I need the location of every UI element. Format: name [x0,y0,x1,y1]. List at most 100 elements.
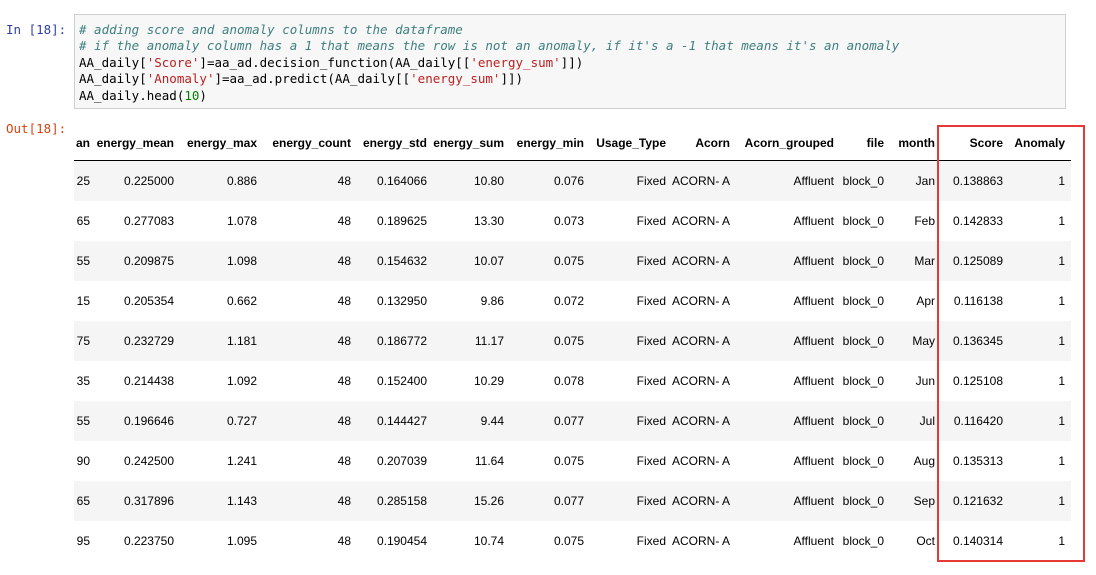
column-header: Anomaly [1009,126,1072,161]
table-cell: 1.092 [226,374,257,388]
table-cell: block_0 [842,254,885,268]
table-cell: 0.196646 [123,414,174,428]
column-header: an [74,126,96,161]
code-token: ]]) [560,54,584,70]
table-cell: 0.225000 [123,174,174,188]
table-row: 25 0.225000 0.886 48 0.164066 10.80 0.076 Fixed… [74,160,1072,201]
input-prompt: In [18]: [6,22,67,37]
table-cell: Fixed [636,214,666,228]
table-cell: block_0 [842,454,885,468]
code-string: 'energy_sum' [470,54,561,70]
table-cell: Sep [913,494,936,508]
table-cell: 0.132950 [376,294,427,308]
table-cell: 1 [1058,374,1066,388]
table-cell: 1.098 [226,254,257,268]
table-cell: May [912,334,936,348]
table-cell: Affluent [793,534,835,548]
column-header: energy_sum [433,126,510,161]
table-cell: 0.232729 [123,334,174,348]
table-cell: 48 [337,294,351,308]
code-cell[interactable]: # adding score and anomaly columns to th… [74,14,1066,109]
table-cell: 48 [337,534,351,548]
table-row: 65 0.277083 1.078 48 0.189625 13.30 0.073 Fixed… [74,201,1072,241]
table-cell: 11.64 [474,454,504,468]
output-prompt: Out[18]: [6,121,67,136]
table-cell: 11.17 [474,334,504,348]
table-cell: 0.164066 [376,174,427,188]
table-cell: Apr [916,294,936,308]
table-cell: 0.205354 [123,294,174,308]
table-cell: 0.076 [553,174,584,188]
table-cell: ACORN- A [672,454,731,468]
table-cell: 1 [1058,454,1066,468]
table-cell: 0.209875 [123,254,174,268]
table-cell: 1 [1058,214,1066,228]
table-cell: 0.116420 [953,414,1004,428]
table-cell: 15.26 [473,494,504,508]
table-cell: 10.29 [473,374,504,388]
table-cell: 0.075 [553,534,584,548]
table-cell: block_0 [842,374,885,388]
dataframe-table: an energy_mean energy_max energy_count e… [74,126,1072,561]
table-cell: ACORN- A [672,254,731,268]
table-cell: 0.138863 [952,174,1004,188]
table-header: an energy_mean energy_max energy_count e… [74,126,1072,161]
table-cell: ACORN- A [672,374,731,388]
table-cell: 1.241 [226,454,257,468]
table-cell: block_0 [842,534,885,548]
column-header: energy_std [357,126,433,161]
table-cell: 0.190454 [376,534,427,548]
table-cell: 1.143 [226,494,257,508]
code-token: ]=aa_ad.predict(AA_daily[[ [214,71,411,87]
table-cell: 1 [1058,494,1066,508]
table-cell: Oct [916,534,936,548]
table-cell: 25 [76,174,90,188]
table-cell: 10.74 [473,534,504,548]
code-string: 'Anomaly' [146,71,215,87]
table-cell: ACORN- A [672,294,731,308]
column-header: Acorn_grouped [736,126,841,161]
table-cell: Fixed [636,374,666,388]
table-cell: 48 [337,334,351,348]
code-token: ) [199,87,207,103]
table-cell: 0.135313 [952,454,1004,468]
table-cell: 0.116138 [953,294,1004,308]
table-cell: 35 [76,374,90,388]
table-cell: 0.073 [553,214,584,228]
table-cell: 48 [337,454,351,468]
column-header: month [890,126,942,161]
table-cell: 0.317896 [123,494,174,508]
table-row: 55 0.196646 0.727 48 0.144427 9.44 0.077 Fixed A… [74,401,1072,441]
table-cell: Affluent [793,494,835,508]
table-cell: 0.077 [553,414,584,428]
dataframe-output: an energy_mean energy_max energy_count e… [74,126,1074,566]
table-cell: 0.077 [553,494,584,508]
table-cell: 0.207039 [376,454,427,468]
table-row: 75 0.232729 1.181 48 0.186772 11.17 0.075 Fixed… [74,321,1072,361]
table-cell: 0.189625 [376,214,427,228]
table-row: 15 0.205354 0.662 48 0.132950 9.86 0.072 Fixed A… [74,281,1072,321]
table-cell: 0.136345 [952,334,1004,348]
table-cell: 0.142833 [952,214,1004,228]
table-cell: 15 [76,294,90,308]
table-cell: block_0 [842,214,885,228]
table-cell: 1 [1058,334,1066,348]
code-token: AA_daily[ [79,71,147,87]
table-cell: 10.07 [473,254,504,268]
table-cell: 0.125089 [952,254,1004,268]
table-cell: 1 [1058,414,1066,428]
table-cell: 65 [76,494,90,508]
table-cell: ACORN- A [672,414,731,428]
table-cell: 0.154632 [376,254,427,268]
column-header: energy_max [180,126,263,161]
table-cell: Jan [915,174,936,188]
table-cell: Mar [914,254,936,268]
table-cell: 0.075 [553,454,584,468]
code-string: 'energy_sum' [410,71,501,87]
table-cell: 0.662 [226,294,257,308]
table-cell: 48 [337,494,351,508]
table-cell: 1.095 [226,534,257,548]
table-cell: Fixed [636,294,666,308]
table-cell: 48 [337,414,351,428]
code-token: AA_daily[ [79,54,147,70]
